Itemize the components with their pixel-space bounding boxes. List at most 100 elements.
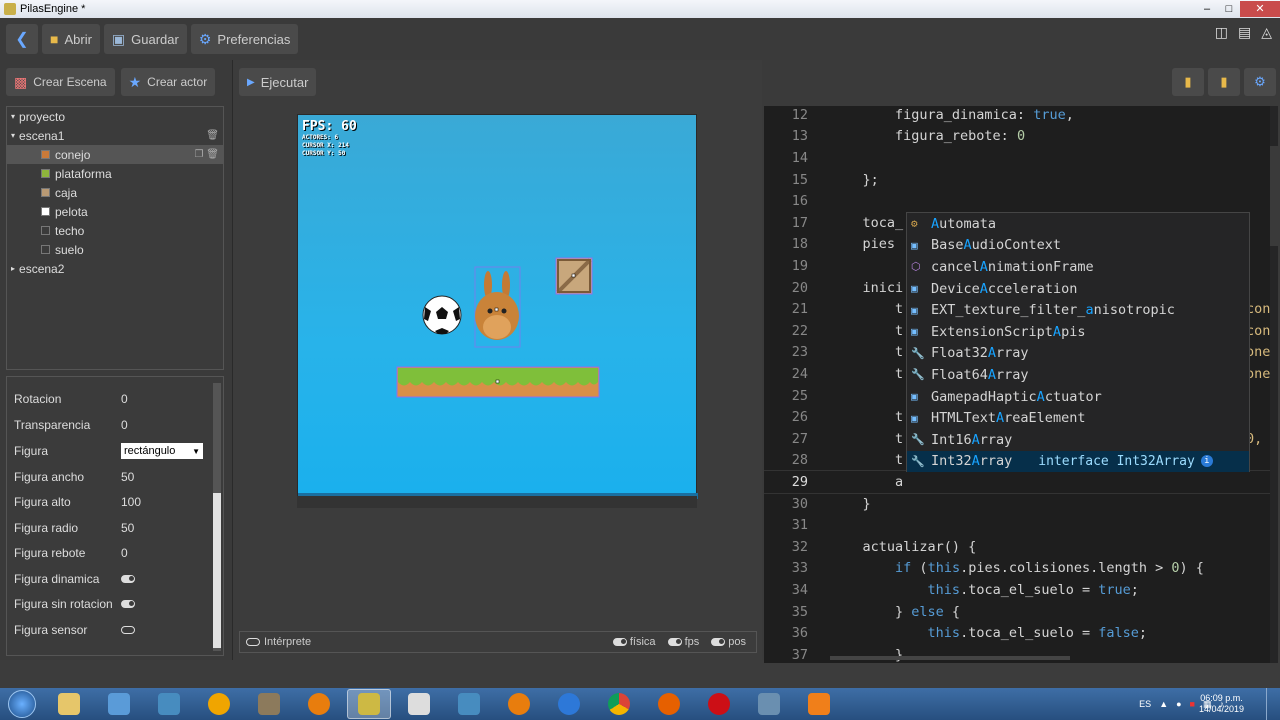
code-text: toca_: [830, 214, 904, 231]
autocomplete-item[interactable]: ⬡ cancelAnimationFrame: [907, 256, 1249, 278]
create-actor-button[interactable]: ★ Crear actor: [120, 68, 216, 96]
figura-sin-rotacion-toggle[interactable]: [121, 600, 135, 608]
autocomplete-item[interactable]: 🔧 Float32Array: [907, 343, 1249, 365]
physics-toggle[interactable]: física: [612, 636, 656, 648]
tree-item-techo[interactable]: techo: [7, 221, 223, 240]
copy-trash-icons[interactable]: ❐ 🗑: [195, 149, 219, 160]
create-scene-button[interactable]: ▩ Crear Escena: [6, 68, 115, 96]
tree-item-pelota[interactable]: pelota: [7, 202, 223, 221]
code-line[interactable]: 36 this.toca_el_suelo = false;: [764, 622, 1278, 644]
code-line[interactable]: 35 } else {: [764, 601, 1278, 623]
autocomplete-item[interactable]: ▣ BaseAudioContext: [907, 235, 1249, 257]
autocomplete-item[interactable]: ▣ EXT_texture_filter_anisotropic: [907, 299, 1249, 321]
language-indicator[interactable]: ES: [1139, 699, 1151, 709]
layout-right-icon[interactable]: ◬: [1261, 24, 1272, 41]
taskbar-unity[interactable]: [397, 689, 441, 719]
interpreter-label[interactable]: Intérprete: [264, 636, 311, 648]
code-line[interactable]: 32 actualizar() {: [764, 536, 1278, 558]
code-line[interactable]: 16: [764, 190, 1278, 212]
fps-toggle[interactable]: fps: [667, 636, 699, 648]
layout-left-icon[interactable]: ◫: [1215, 24, 1228, 41]
autocomplete-item[interactable]: ▣ ExtensionScriptApis: [907, 321, 1249, 343]
tree-item-caja[interactable]: caja: [7, 183, 223, 202]
taskbar-app-2[interactable]: [97, 689, 141, 719]
autocomplete-item[interactable]: ▣ GamepadHapticActuator: [907, 386, 1249, 408]
prop-value[interactable]: 0: [121, 418, 128, 432]
taskbar-chrome[interactable]: [597, 689, 641, 719]
horizontal-scrollbar[interactable]: [830, 656, 1070, 660]
maximize-icon[interactable]: □: [1218, 1, 1240, 17]
scrollbar-thumb[interactable]: [213, 493, 221, 648]
taskbar-blender-2[interactable]: [497, 689, 541, 719]
trash-icon[interactable]: 🗑: [206, 130, 219, 141]
code-line[interactable]: 13 figura_rebote: 0: [764, 126, 1278, 148]
taskbar-gimp[interactable]: [247, 689, 291, 719]
prop-value[interactable]: 0: [121, 392, 128, 406]
back-button[interactable]: ❮: [6, 24, 38, 54]
autocomplete-item[interactable]: 🔧 Float64Array: [907, 364, 1249, 386]
tree-item-conejo[interactable]: conejo ❐ 🗑: [7, 145, 223, 164]
autocomplete-item[interactable]: ▣ DeviceAcceleration: [907, 278, 1249, 300]
tray-icon-a[interactable]: ●: [1176, 699, 1181, 709]
actor-thumbnail: [41, 188, 50, 197]
autocomplete-item[interactable]: ⚙ Automata: [907, 213, 1249, 235]
autocomplete-item[interactable]: 🔧 Int16Array: [907, 429, 1249, 451]
taskbar-firefox[interactable]: [647, 689, 691, 719]
taskbar-app-11[interactable]: [547, 689, 591, 719]
minimize-icon[interactable]: –: [1196, 1, 1218, 17]
taskbar-app-4[interactable]: [197, 689, 241, 719]
tree-item-escena1[interactable]: ▾ escena1 🗑: [7, 126, 223, 145]
figura-dinamica-toggle[interactable]: [121, 575, 135, 583]
taskbar-godot-2[interactable]: [447, 689, 491, 719]
new-file-button[interactable]: ▮: [1172, 68, 1204, 96]
code-line[interactable]: 29 a: [764, 470, 1278, 494]
taskbar-blender[interactable]: [297, 689, 341, 719]
tree-item-escena2[interactable]: ▸ escena2: [7, 259, 223, 278]
taskbar-opera[interactable]: [697, 689, 741, 719]
run-button[interactable]: ▶ Ejecutar: [239, 68, 317, 96]
taskbar-app-16[interactable]: [797, 689, 841, 719]
vertical-scrollbar[interactable]: [1270, 106, 1278, 663]
tree-item-plataforma[interactable]: plataforma: [7, 164, 223, 183]
tree-item-suelo[interactable]: suelo: [7, 240, 223, 259]
info-icon[interactable]: i: [1200, 455, 1213, 468]
tree-item-proyecto[interactable]: ▾ proyecto: [7, 107, 223, 126]
close-icon[interactable]: ✕: [1240, 1, 1280, 17]
figura-sensor-toggle[interactable]: [121, 626, 135, 634]
code-line[interactable]: 30 }: [764, 493, 1278, 515]
taskbar-explorer[interactable]: [47, 689, 91, 719]
prop-value[interactable]: 0: [121, 546, 128, 560]
interpreter-toggle[interactable]: [246, 638, 260, 646]
tray-icon-b[interactable]: ■: [1190, 699, 1195, 709]
clock[interactable]: 06:09 p.m. 14/04/2019: [1199, 693, 1244, 715]
prop-value[interactable]: 100: [121, 495, 141, 509]
pos-toggle[interactable]: pos: [711, 636, 746, 648]
show-desktop-button[interactable]: [1266, 688, 1280, 720]
properties-scrollbar[interactable]: [213, 383, 221, 651]
tray-arrow-icon[interactable]: ▲: [1159, 699, 1168, 709]
autocomplete-item[interactable]: 🔧 Int32Array interface Int32Array i: [907, 450, 1249, 473]
taskbar-pilas[interactable]: [347, 689, 391, 719]
code-line[interactable]: 12 figura_dinamica: true,: [764, 106, 1278, 126]
taskbar-app-15[interactable]: [747, 689, 791, 719]
code-line[interactable]: 31: [764, 514, 1278, 536]
code-line[interactable]: 14: [764, 147, 1278, 169]
taskbar-godot[interactable]: [147, 689, 191, 719]
code-line[interactable]: 15 };: [764, 169, 1278, 191]
layout-split-icon[interactable]: ▤: [1238, 24, 1251, 41]
game-canvas[interactable]: FPS: 60 ACTORES: 6 CURSOR X: 214 CURSOR …: [297, 114, 698, 499]
prop-value[interactable]: 50: [121, 470, 134, 484]
editor-settings-button[interactable]: ⚙: [1244, 68, 1276, 96]
prop-value[interactable]: 50: [121, 521, 134, 535]
start-button[interactable]: [0, 688, 44, 720]
code-editor[interactable]: 12 figura_dinamica: true, 13 figura_rebot…: [764, 106, 1278, 663]
figura-select[interactable]: rectángulo ▼: [121, 443, 203, 459]
open-file-button[interactable]: ▮: [1208, 68, 1240, 96]
open-button[interactable]: ■ Abrir: [42, 24, 100, 54]
autocomplete-item[interactable]: ▣ HTMLTextAreaElement: [907, 407, 1249, 429]
code-line[interactable]: 34 this.toca_el_suelo = true;: [764, 579, 1278, 601]
code-line[interactable]: 33 if (this.pies.colisiones.length > 0) …: [764, 558, 1278, 580]
code-line[interactable]: 37 }: [764, 644, 1278, 663]
preferences-button[interactable]: ⚙ Preferencias: [190, 24, 299, 54]
save-button[interactable]: ▣ Guardar: [103, 24, 187, 54]
